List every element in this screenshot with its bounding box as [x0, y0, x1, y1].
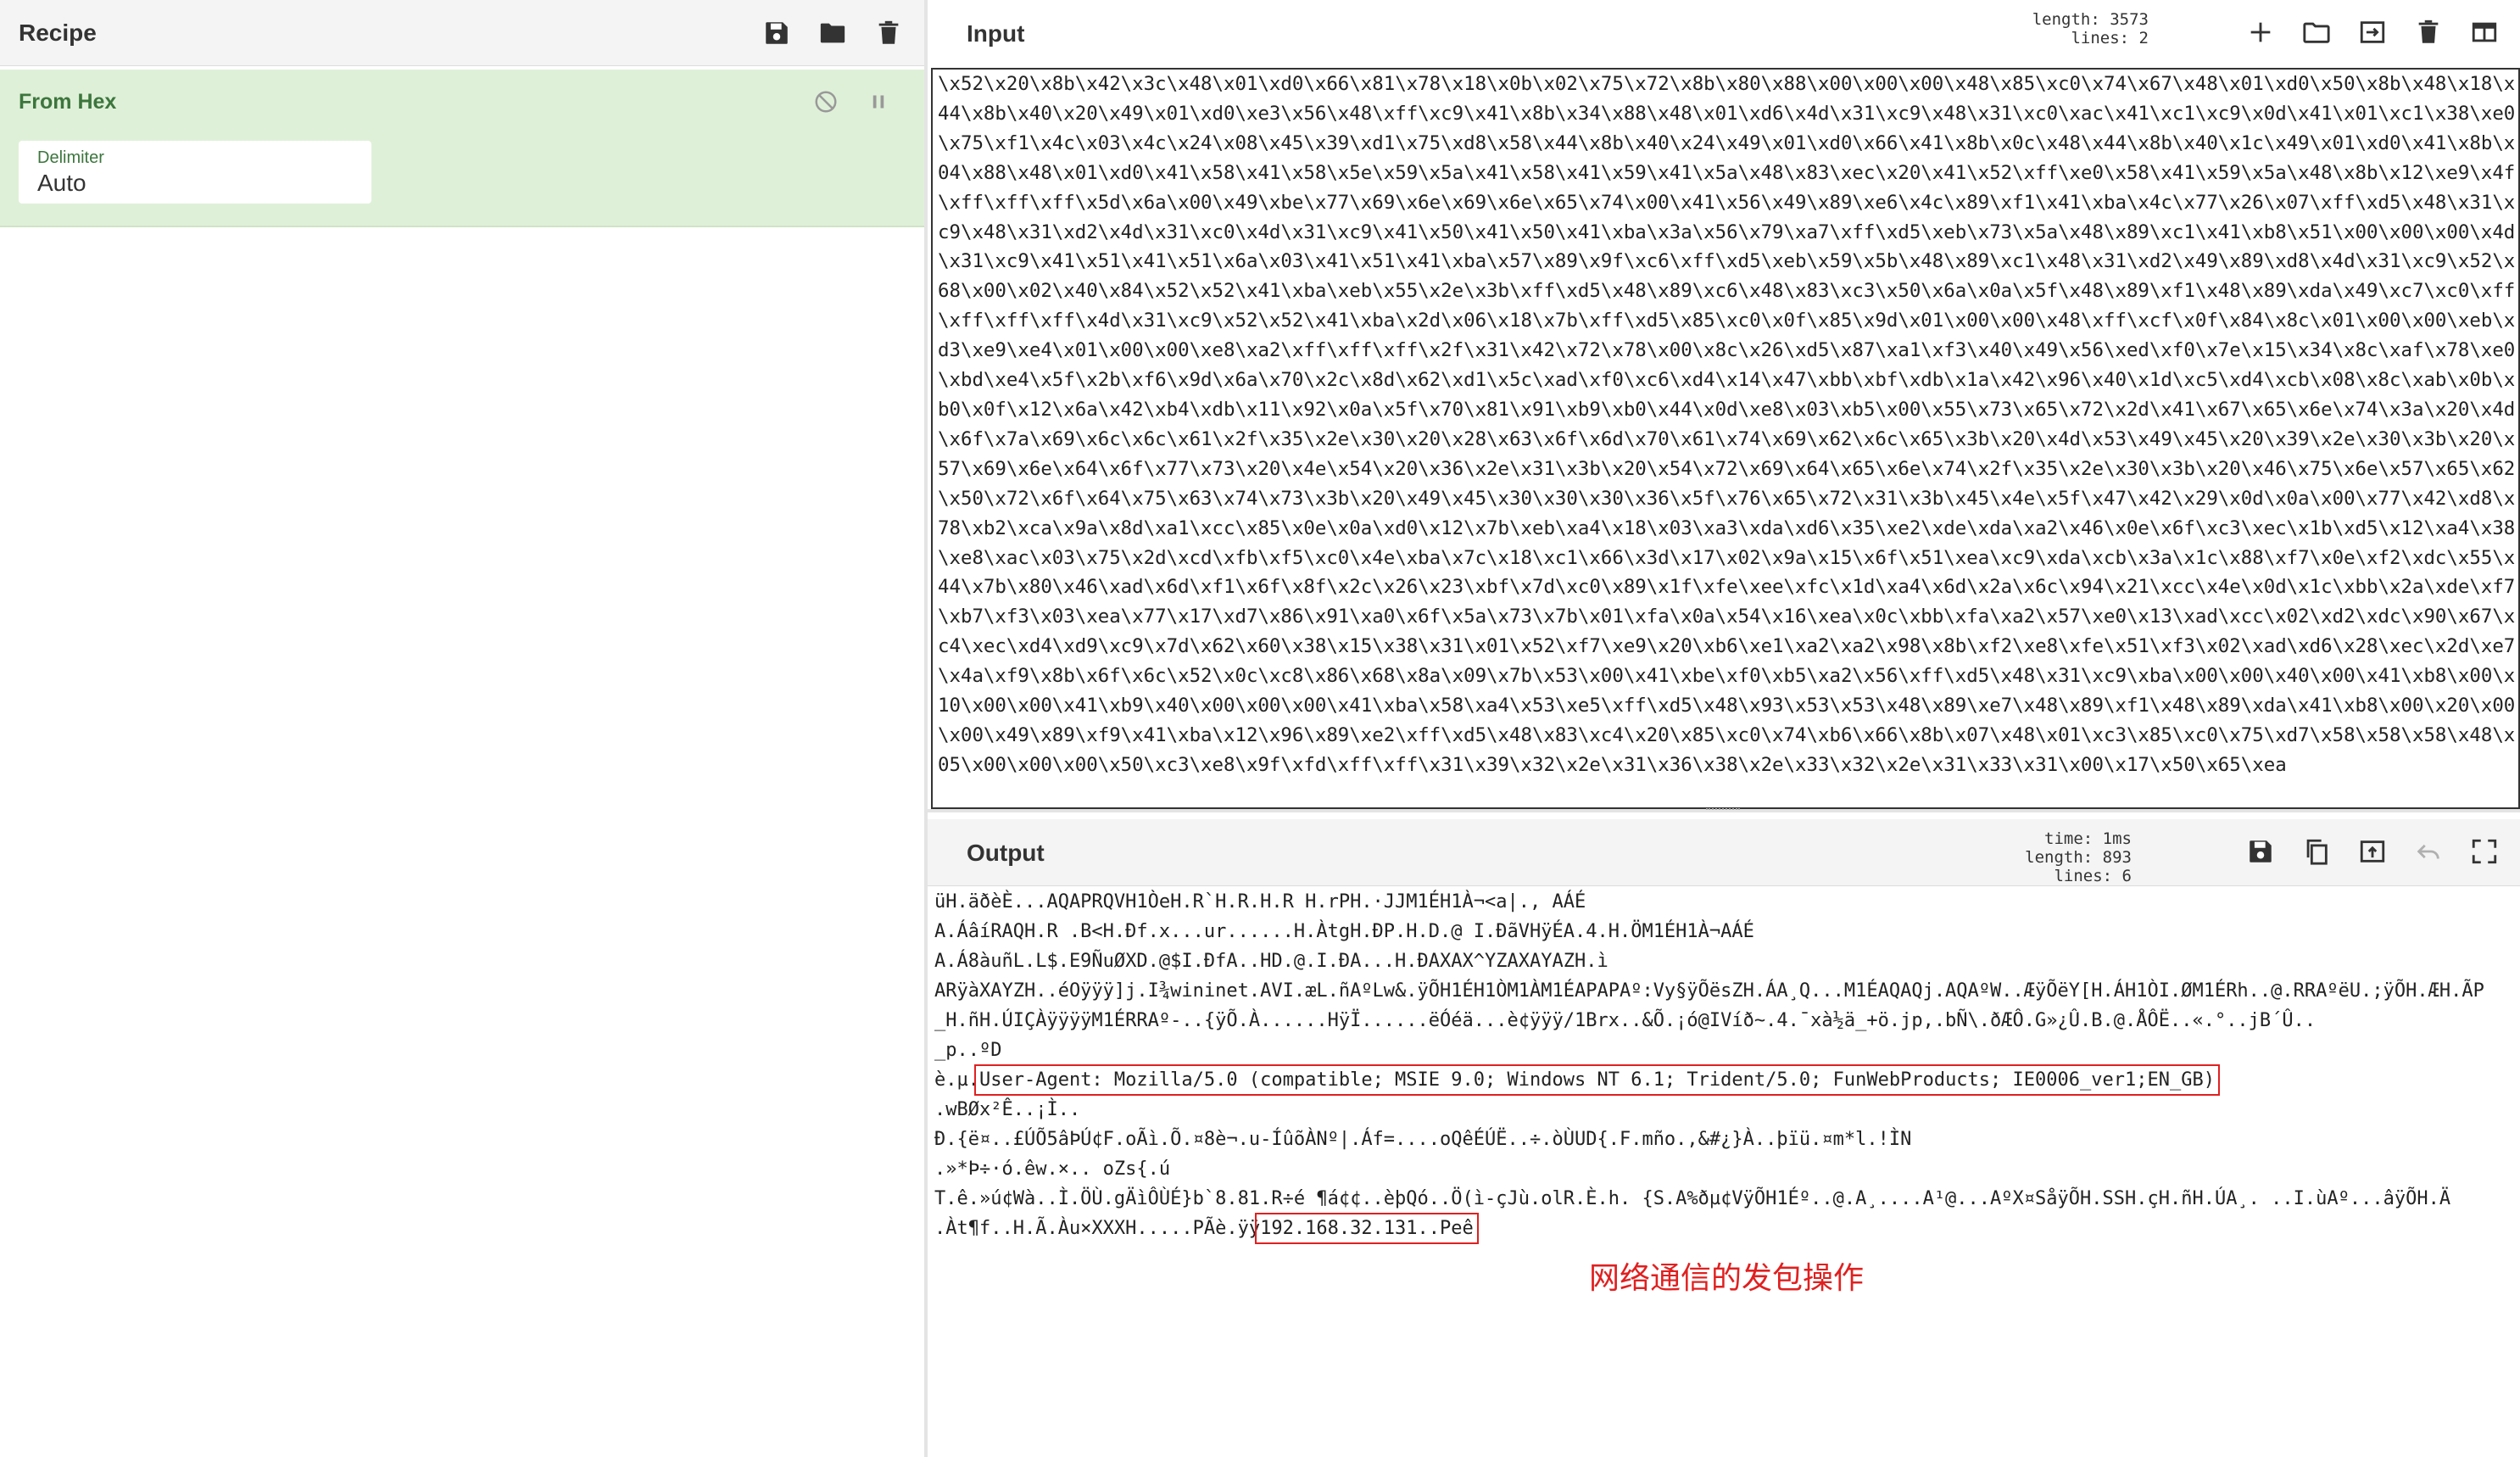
output-line: Ð.{ë¤..£ÚÕ5âÞÚ¢F.oÃì.Õ.¤8è¬.u-ÍûõÀNº|.Áf…	[928, 1125, 2520, 1154]
trash-icon[interactable]	[872, 16, 906, 50]
input-line: \x50\x72\x6f\x64\x75\x63\x74\x73\x3b\x20…	[938, 487, 2516, 510]
input-line: 05\x00\x00\x00\x50\xc3\xe8\x9f\xfd\xff\x…	[938, 753, 2287, 776]
input-line: \xb7\xf3\x03\xea\x77\x17\xd7\x86\x91\xa0…	[938, 606, 2516, 628]
output-text: .Àt¶f..H.Ã.Àu×XXXH.....PÃè.ÿÿ	[934, 1218, 1261, 1239]
input-title: Input	[967, 20, 1025, 47]
layout-icon[interactable]	[2467, 15, 2501, 49]
delimiter-label: Delimiter	[37, 148, 104, 167]
fullscreen-icon[interactable]	[2467, 835, 2501, 868]
input-length-value: 3573	[2110, 10, 2149, 29]
input-line: 44\x8b\x40\x20\x49\x01\xd0\xe3\x56\x48\x…	[938, 102, 2516, 125]
input-stats: length: 3573 lines: 2	[1258, 10, 2149, 47]
folder-icon[interactable]	[2300, 15, 2333, 49]
input-line: \x52\x20\x8b\x42\x3c\x48\x01\xd0\x66\x81…	[938, 73, 2516, 95]
input-line: \xff\xff\xff\x4d\x31\xc9\x52\x52\x41\xba…	[938, 310, 2516, 332]
operation-title: From Hex	[19, 90, 117, 114]
output-title: Output	[967, 840, 1045, 866]
output-line: _p..ºD	[928, 1036, 2520, 1065]
output-text: ARÿàXAYZH..éOÿÿÿ]j.I¾wininet.AVI.æL.ñAºL…	[934, 980, 2484, 1002]
recipe-pane: Recipe From Hex Delimiter Auto	[0, 0, 928, 1457]
output-text: _p..ºD	[934, 1040, 1002, 1061]
input-line: 68\x00\x02\x40\x84\x52\x52\x41\xba\xeb\x…	[938, 280, 2516, 303]
trash-icon[interactable]	[2411, 15, 2445, 49]
disable-icon[interactable]	[809, 85, 843, 119]
output-toolbar	[2244, 835, 2520, 868]
undo-icon[interactable]	[2411, 835, 2445, 868]
output-text: A.ÁâíRAQH.R .B<H.Ðf.x...ur......H.ÀtgH.Ð…	[934, 921, 1754, 942]
output-line: _H.ñH.ÚIÇÀÿÿÿÿM1ÉRRAº-..{ÿÕ.À......HÿÏ..…	[928, 1006, 2520, 1036]
input-length-label: length:	[2032, 10, 2100, 29]
output-length-label: length:	[2025, 848, 2093, 867]
output-stats: time: 1ms length: 893 lines: 6	[1258, 829, 2132, 885]
input-line: \x4a\xf9\x8b\x6f\x6c\x52\x0c\xc8\x86\x68…	[938, 665, 2516, 688]
import-icon[interactable]	[2356, 15, 2389, 49]
output-line: T.ê.»ú¢Wà..Ì.ÖÙ.gÄìÔÙÉ}b`8.81.R÷é ¶á¢¢..…	[928, 1184, 2520, 1214]
input-line: 44\x7b\x80\x46\xad\x6d\xf1\x6f\x8f\x2c\x…	[938, 576, 2516, 599]
output-text: .»*Þ÷·ó.êw.×.. oZs{.ú	[934, 1158, 1171, 1180]
input-lines-value: 2	[2138, 29, 2149, 47]
output-line: üH.äðèÈ...AQAPRQVH1ÒeH.R`H.R.H.R H.rPH.·…	[928, 887, 2520, 917]
input-toolbar	[2244, 15, 2520, 49]
save-icon[interactable]	[760, 16, 794, 50]
folder-icon[interactable]	[816, 16, 850, 50]
input-line: 78\xb2\xca\x9a\x8d\xa1\xcc\x85\x0e\x0a\x…	[938, 516, 2516, 539]
io-pane: Input length: 3573 lines: 2 \x52\x20\x8b…	[928, 0, 2520, 1457]
input-line: \xe8\xac\x03\x75\x2d\xcd\xfb\xf5\xc0\x4e…	[938, 546, 2516, 569]
input-line: \x6f\x7a\x69\x6c\x6c\x61\x2f\x35\x2e\x30…	[938, 427, 2516, 450]
output-text: üH.äðèÈ...AQAPRQVH1ÒeH.R`H.R.H.R H.rPH.·…	[934, 891, 1586, 913]
recipe-title: Recipe	[19, 19, 97, 46]
output-text: _H.ñH.ÚIÇÀÿÿÿÿM1ÉRRAº-..{ÿÕ.À......HÿÏ..…	[934, 1010, 2317, 1031]
input-line: c9\x48\x31\xd2\x4d\x31\xc0\x4d\x31\xc9\x…	[938, 221, 2516, 243]
plus-icon[interactable]	[2244, 15, 2277, 49]
delimiter-value[interactable]: Auto	[37, 168, 353, 198]
output-text: A.Á8àuñL.L$.E9ÑuØXD.@$I.ÐfA..HD.@.I.ÐA..…	[934, 951, 1608, 972]
delimiter-field[interactable]: Delimiter Auto	[19, 141, 371, 204]
save-icon[interactable]	[2244, 835, 2277, 868]
output-line: .Àt¶f..H.Ã.Àu×XXXH.....PÃè.ÿÿ192.168.32.…	[928, 1213, 2520, 1244]
output-text: .wBØx²Ê..¡Ì..	[934, 1099, 1081, 1120]
pause-icon[interactable]	[861, 85, 895, 119]
output-lines-value: 6	[2121, 867, 2132, 885]
operation-from-hex[interactable]: From Hex Delimiter Auto	[0, 70, 924, 227]
input-line: c4\xec\xd4\xd9\xc9\x7d\x62\x60\x38\x15\x…	[938, 635, 2516, 658]
highlighted-output-text: User-Agent: Mozilla/5.0 (compatible; MSI…	[973, 1064, 2220, 1096]
output-time-value: 1ms	[2102, 829, 2132, 848]
input-line: \x00\x49\x89\xf9\x41\xba\x12\x96\x89\xe2…	[938, 723, 2516, 746]
input-line: 04\x88\x48\x01\xd0\x41\x58\x41\x58\x5e\x…	[938, 161, 2516, 184]
output-text: è.µ.	[934, 1069, 979, 1091]
input-line: \xbd\xe4\x5f\x2b\xf6\x9d\x6a\x70\x2c\x8d…	[938, 369, 2516, 392]
output-line: A.ÁâíRAQH.R .B<H.Ðf.x...ur......H.ÀtgH.Ð…	[928, 917, 2520, 946]
output-text: Ð.{ë¤..£ÚÕ5âÞÚ¢F.oÃì.Õ.¤8è¬.u-ÍûõÀNº|.Áf…	[934, 1129, 1912, 1150]
input-lines-label: lines:	[2071, 29, 2130, 47]
output-lines-label: lines:	[2054, 867, 2113, 885]
input-line: \xff\xff\xff\x5d\x6a\x00\x49\xbe\x77\x69…	[938, 191, 2516, 214]
output-line: è.µ.User-Agent: Mozilla/5.0 (compatible;…	[928, 1064, 2520, 1096]
input-text[interactable]: \x52\x20\x8b\x42\x3c\x48\x01\xd0\x66\x81…	[933, 70, 2518, 780]
output-line: .»*Þ÷·ó.êw.×.. oZs{.ú	[928, 1154, 2520, 1184]
copy-icon[interactable]	[2300, 835, 2333, 868]
output-length-value: 893	[2102, 848, 2132, 867]
output-header: Output time: 1ms length: 893 lines: 6	[928, 819, 2520, 886]
output-line: A.Á8àuñL.L$.E9ÑuØXD.@$I.ÐfA..HD.@.I.ÐA..…	[928, 946, 2520, 976]
annotation-text: 网络通信的发包操作	[1589, 1261, 1865, 1296]
input-line: b0\x0f\x12\x6a\x42\xb4\xdb\x11\x92\x0a\x…	[938, 398, 2516, 421]
replace-input-icon[interactable]	[2356, 835, 2389, 868]
input-line: 57\x69\x6e\x64\x6f\x77\x73\x20\x4e\x54\x…	[938, 457, 2516, 480]
input-line: 10\x00\x00\x41\xb9\x40\x00\x00\x00\x41\x…	[938, 695, 2516, 717]
input-line: \x31\xc9\x41\x51\x41\x51\x6a\x03\x41\x51…	[938, 250, 2516, 273]
output-line: .wBØx²Ê..¡Ì..	[928, 1095, 2520, 1125]
output-line: ARÿàXAYZH..éOÿÿÿ]j.I¾wininet.AVI.æL.ñAºL…	[928, 976, 2520, 1006]
input-textarea[interactable]: \x52\x20\x8b\x42\x3c\x48\x01\xd0\x66\x81…	[931, 68, 2520, 809]
input-line: d3\xe9\xe4\x01\x00\x00\xe8\xa2\xff\xff\x…	[938, 339, 2516, 362]
highlighted-output-text: 192.168.32.131..Peê	[1255, 1213, 1479, 1244]
input-line: \x75\xf1\x4c\x03\x4c\x24\x08\x45\x39\xd1…	[938, 131, 2516, 154]
recipe-header: Recipe	[0, 0, 924, 66]
recipe-toolbar	[760, 16, 924, 50]
divider-grip[interactable]	[1706, 808, 1740, 812]
output-time-label: time:	[2044, 829, 2093, 848]
input-header: Input length: 3573 lines: 2	[928, 0, 2520, 66]
output-text: T.ê.»ú¢Wà..Ì.ÖÙ.gÄìÔÙÉ}b`8.81.R÷é ¶á¢¢..…	[934, 1188, 2451, 1209]
operation-controls	[809, 85, 895, 119]
